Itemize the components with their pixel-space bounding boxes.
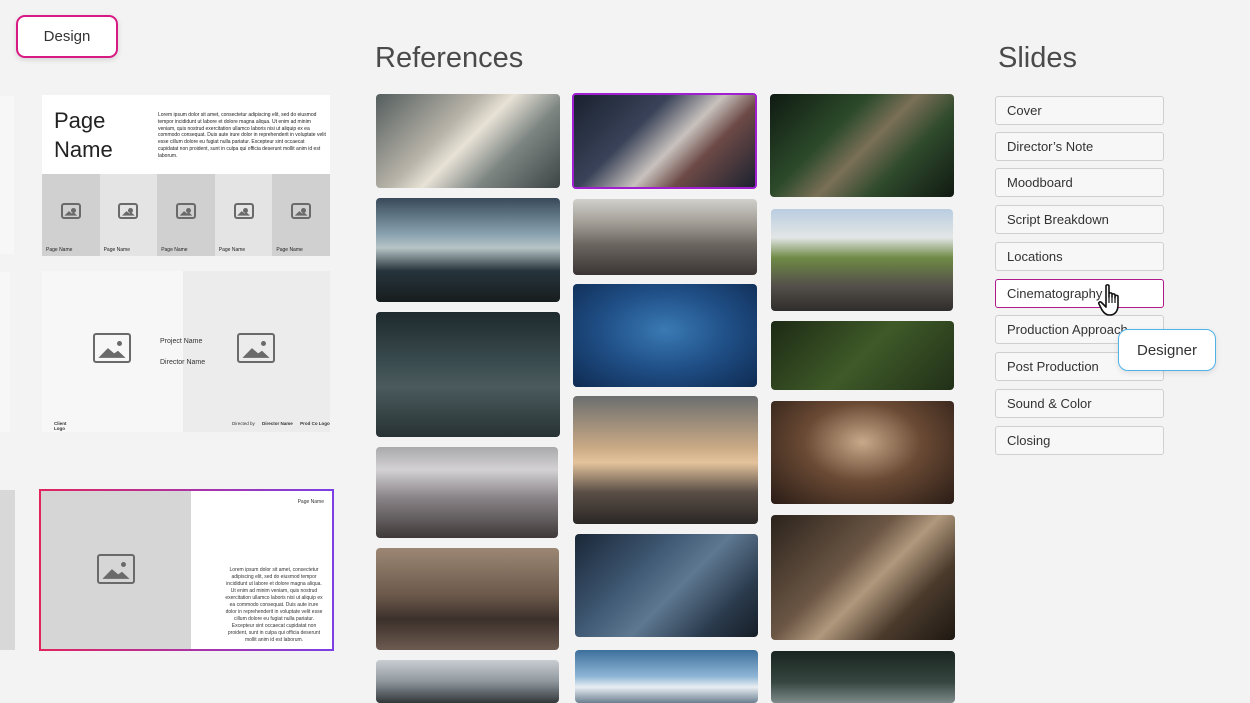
slide-preview-selected[interactable]: Page Name Lorem ipsum dolor sit amet, co… <box>39 489 334 651</box>
credits-line: Directed by Director Name Prod Co Logo <box>232 421 330 426</box>
image-placeholder-icon <box>237 333 275 363</box>
image-placeholder-icon <box>233 203 254 219</box>
slide-item-cinematography[interactable]: Cinematography <box>995 279 1164 308</box>
slide-item-label: Cover <box>1007 103 1042 118</box>
partial-slide-left-1[interactable] <box>0 96 14 254</box>
references-heading: References <box>375 42 524 74</box>
reference-photo-aerial-forest[interactable] <box>770 94 954 197</box>
slide-item-cover[interactable]: Cover <box>995 96 1164 125</box>
image-placeholder-icon <box>97 554 135 584</box>
reference-photo-guitar[interactable] <box>771 515 955 640</box>
slide-preview-cover[interactable]: Project Name Director Name Client Logo D… <box>42 271 330 432</box>
reference-photo-forest-path[interactable] <box>771 651 955 703</box>
image-placeholder-icon <box>60 203 81 219</box>
slide-item-sound-color[interactable]: Sound & Color <box>995 389 1164 418</box>
reference-photo-beach-palms[interactable] <box>376 198 560 302</box>
slide-item-label: Script Breakdown <box>1007 212 1109 227</box>
partial-slide-left-3[interactable] <box>0 490 15 650</box>
reference-photo-beach-feet[interactable] <box>376 447 558 538</box>
design-role-tag: Design <box>16 15 118 58</box>
image-strip: Page Name Page Name Page Name Page Name … <box>42 174 330 256</box>
cell-label: Page Name <box>103 247 130 253</box>
prod-co-logo: Prod Co Logo <box>300 421 330 426</box>
client-logo-line-2: Logo <box>54 426 65 432</box>
reference-photo-picnic-selected[interactable] <box>572 93 757 189</box>
slide-item-label: Locations <box>1007 249 1063 264</box>
slide-item-script-breakdown[interactable]: Script Breakdown <box>995 205 1164 234</box>
client-logo: Client Logo <box>54 421 67 432</box>
slide-body-text: Lorem ipsum dolor sit amet, consectetur … <box>158 112 326 159</box>
reference-photo-dinner-table[interactable] <box>771 401 954 504</box>
page-name-label: Page Name <box>297 499 324 505</box>
reference-photo-house-porch[interactable] <box>575 534 758 637</box>
slide-item-label: Cinematography <box>1007 286 1103 301</box>
image-placeholder-icon <box>291 203 312 219</box>
slide-item-label: Moodboard <box>1007 175 1073 190</box>
image-placeholder-icon <box>118 203 139 219</box>
slide-title: Page Name <box>54 107 113 164</box>
director-name: Director Name <box>160 359 206 366</box>
slide-item-closing[interactable]: Closing <box>995 426 1164 455</box>
image-placeholder-icon <box>93 333 131 363</box>
image-cell: Page Name <box>272 174 330 256</box>
reference-photo-highway[interactable] <box>771 209 953 311</box>
partial-slide-left-2[interactable] <box>0 272 10 432</box>
slide-item-label: Closing <box>1007 433 1051 448</box>
image-placeholder-icon <box>175 203 196 219</box>
credits-director: Director Name <box>262 421 293 426</box>
slide-item-label: Sound & Color <box>1007 396 1092 411</box>
project-name: Project Name <box>160 338 203 345</box>
slide-item-moodboard[interactable]: Moodboard <box>995 168 1164 197</box>
reference-photo-aerial-trees[interactable] <box>771 321 954 390</box>
designer-role-tag: Designer <box>1118 329 1216 371</box>
reference-photo-mountains[interactable] <box>575 650 758 703</box>
reference-photo-car-window[interactable] <box>376 94 560 188</box>
slide-body-text: Lorem ipsum dolor sit amet, consectetur … <box>225 567 323 643</box>
reference-photo-rocks-sunset[interactable] <box>573 199 757 275</box>
cell-label: Page Name <box>218 247 246 253</box>
hand-pointer-icon <box>1098 284 1119 316</box>
reference-photo-underwater-fish[interactable] <box>573 284 757 387</box>
slide-item-label: Director’s Note <box>1007 139 1094 154</box>
slide-title-line-2: Name <box>54 136 113 162</box>
slide-preview-page-name[interactable]: Page Name Lorem ipsum dolor sit amet, co… <box>42 95 330 256</box>
slide-title-line-1: Page <box>54 108 106 133</box>
reference-photo-car-mirror[interactable] <box>376 660 559 703</box>
image-cell: Page Name <box>214 174 273 256</box>
image-cell: Page Name <box>157 174 215 256</box>
reference-photo-hat-ocean[interactable] <box>376 548 559 650</box>
slides-heading: Slides <box>998 42 1077 74</box>
slide-item-label: Production Approach <box>1007 322 1128 337</box>
image-cell: Page Name <box>42 174 100 256</box>
cell-label: Page Name <box>276 247 303 253</box>
reference-photo-forest-road[interactable] <box>376 312 560 437</box>
slide-item-label: Post Production <box>1007 359 1099 374</box>
reference-photo-cliff-sunset[interactable] <box>573 396 758 524</box>
cell-label: Page Name <box>161 247 188 253</box>
slide-item-directors-note[interactable]: Director’s Note <box>995 132 1164 161</box>
slide-item-locations[interactable]: Locations <box>995 242 1164 271</box>
image-cell: Page Name <box>99 174 158 256</box>
cell-label: Page Name <box>46 247 73 253</box>
directed-by: Directed by <box>232 421 255 426</box>
